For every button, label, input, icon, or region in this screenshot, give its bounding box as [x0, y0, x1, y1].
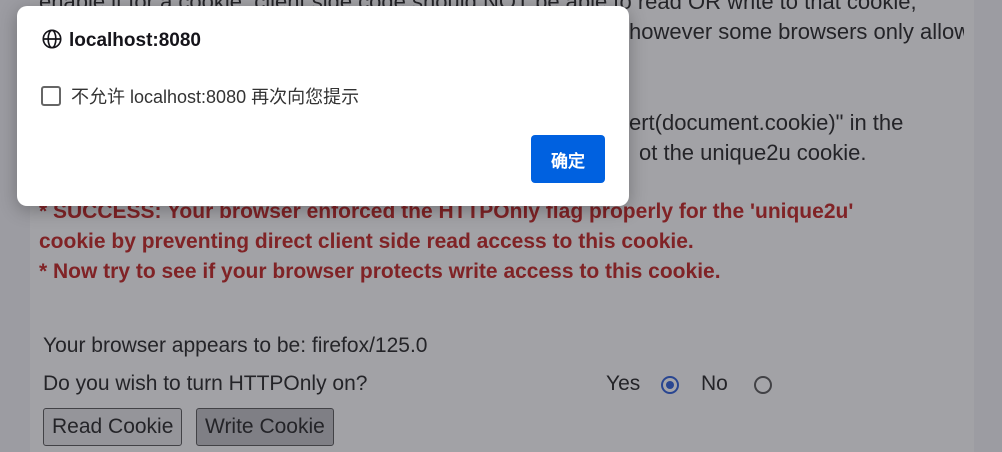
dialog-header: localhost:8080: [41, 28, 201, 54]
globe-icon: [41, 28, 69, 55]
alert-dialog: localhost:8080 不允许 localhost:8080 再次向您提示…: [17, 6, 629, 206]
suppress-prompts-row[interactable]: 不允许 localhost:8080 再次向您提示: [41, 83, 359, 109]
suppress-prompts-checkbox[interactable]: [41, 86, 61, 106]
suppress-prompts-label[interactable]: 不允许 localhost:8080 再次向您提示: [71, 83, 359, 109]
ok-button[interactable]: 确定: [531, 135, 605, 183]
dialog-title: localhost:8080: [69, 30, 201, 51]
